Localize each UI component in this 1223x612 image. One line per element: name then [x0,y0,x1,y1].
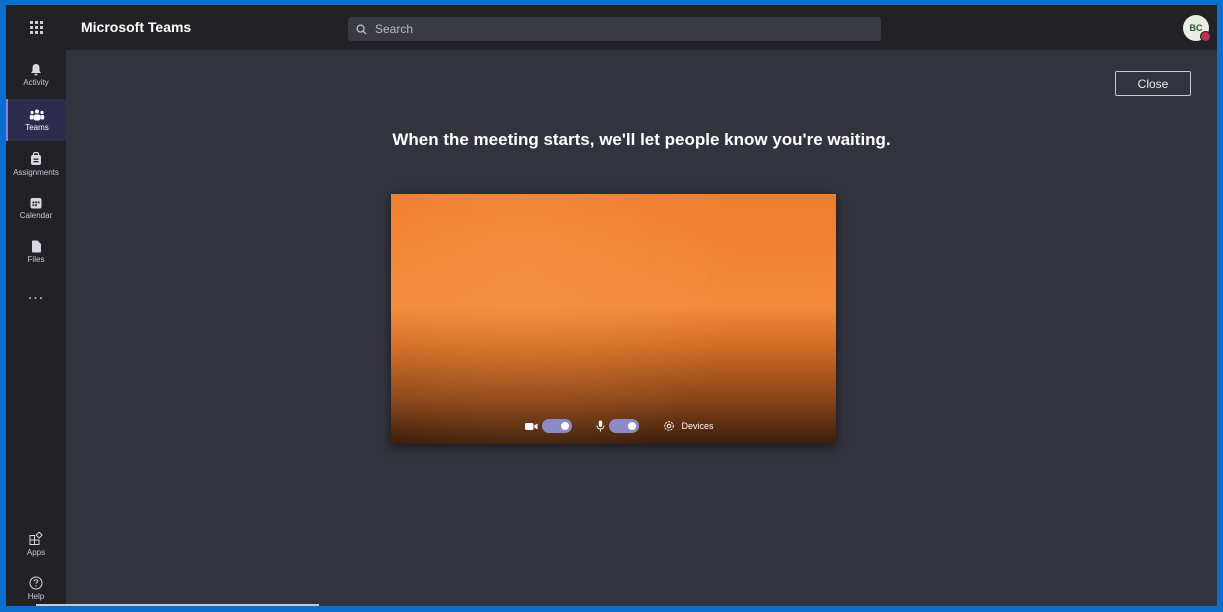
rail-item-activity[interactable]: Activity [6,54,66,96]
preview-controls: Devices [391,416,836,436]
teams-icon [29,109,45,120]
waffle-icon [29,21,43,34]
rail-label: Files [27,255,45,264]
apps-icon [29,531,43,545]
camera-control [525,419,573,433]
mic-control [596,419,640,433]
rail-item-apps[interactable]: Apps [6,523,66,565]
app-launcher-button[interactable] [6,5,66,50]
mic-toggle[interactable] [609,419,640,433]
assignments-icon [31,151,41,165]
top-bar: Microsoft Teams BC [6,5,1217,50]
rail-label: Activity [23,78,49,87]
help-icon [29,576,43,589]
bell-icon [31,64,41,76]
left-rail: Activity Teams Assignments Calendar File… [6,50,66,606]
rail-label: Calendar [19,210,53,220]
avatar-initials: BC [1189,23,1203,33]
rail-item-assignments[interactable]: Assignments [6,143,66,185]
search-input[interactable] [373,21,857,37]
rail-label: Teams [25,122,49,132]
files-icon [31,240,41,253]
microphone-icon [596,420,605,432]
rail-label: Help [27,591,45,601]
waiting-message: When the meeting starts, we'll let peopl… [392,130,891,149]
devices-button[interactable]: Devices [663,420,714,432]
app-title: Microsoft Teams [81,19,192,35]
avatar[interactable]: BC [1183,15,1211,42]
rail-item-calendar[interactable]: Calendar [6,187,66,229]
devices-label: Devices [681,421,714,431]
calendar-icon [30,197,42,208]
divider [36,604,319,606]
video-preview: Devices [391,194,836,444]
rail-item-files[interactable]: Files [6,231,66,273]
search-icon [356,24,367,35]
rail-item-help[interactable]: Help [6,567,66,606]
rail-label: Apps [26,547,46,557]
teams-window: Microsoft Teams BC Activity [6,5,1217,606]
more-apps-button[interactable]: ... [6,287,66,312]
camera-icon [525,422,538,430]
rail-label: Assignments [13,167,59,177]
rail-item-teams[interactable]: Teams [6,99,66,141]
camera-toggle[interactable] [542,419,573,433]
close-button[interactable]: Close [1115,71,1191,96]
status-badge [1200,31,1211,42]
gear-icon [664,421,675,431]
search-bar[interactable] [348,17,881,41]
